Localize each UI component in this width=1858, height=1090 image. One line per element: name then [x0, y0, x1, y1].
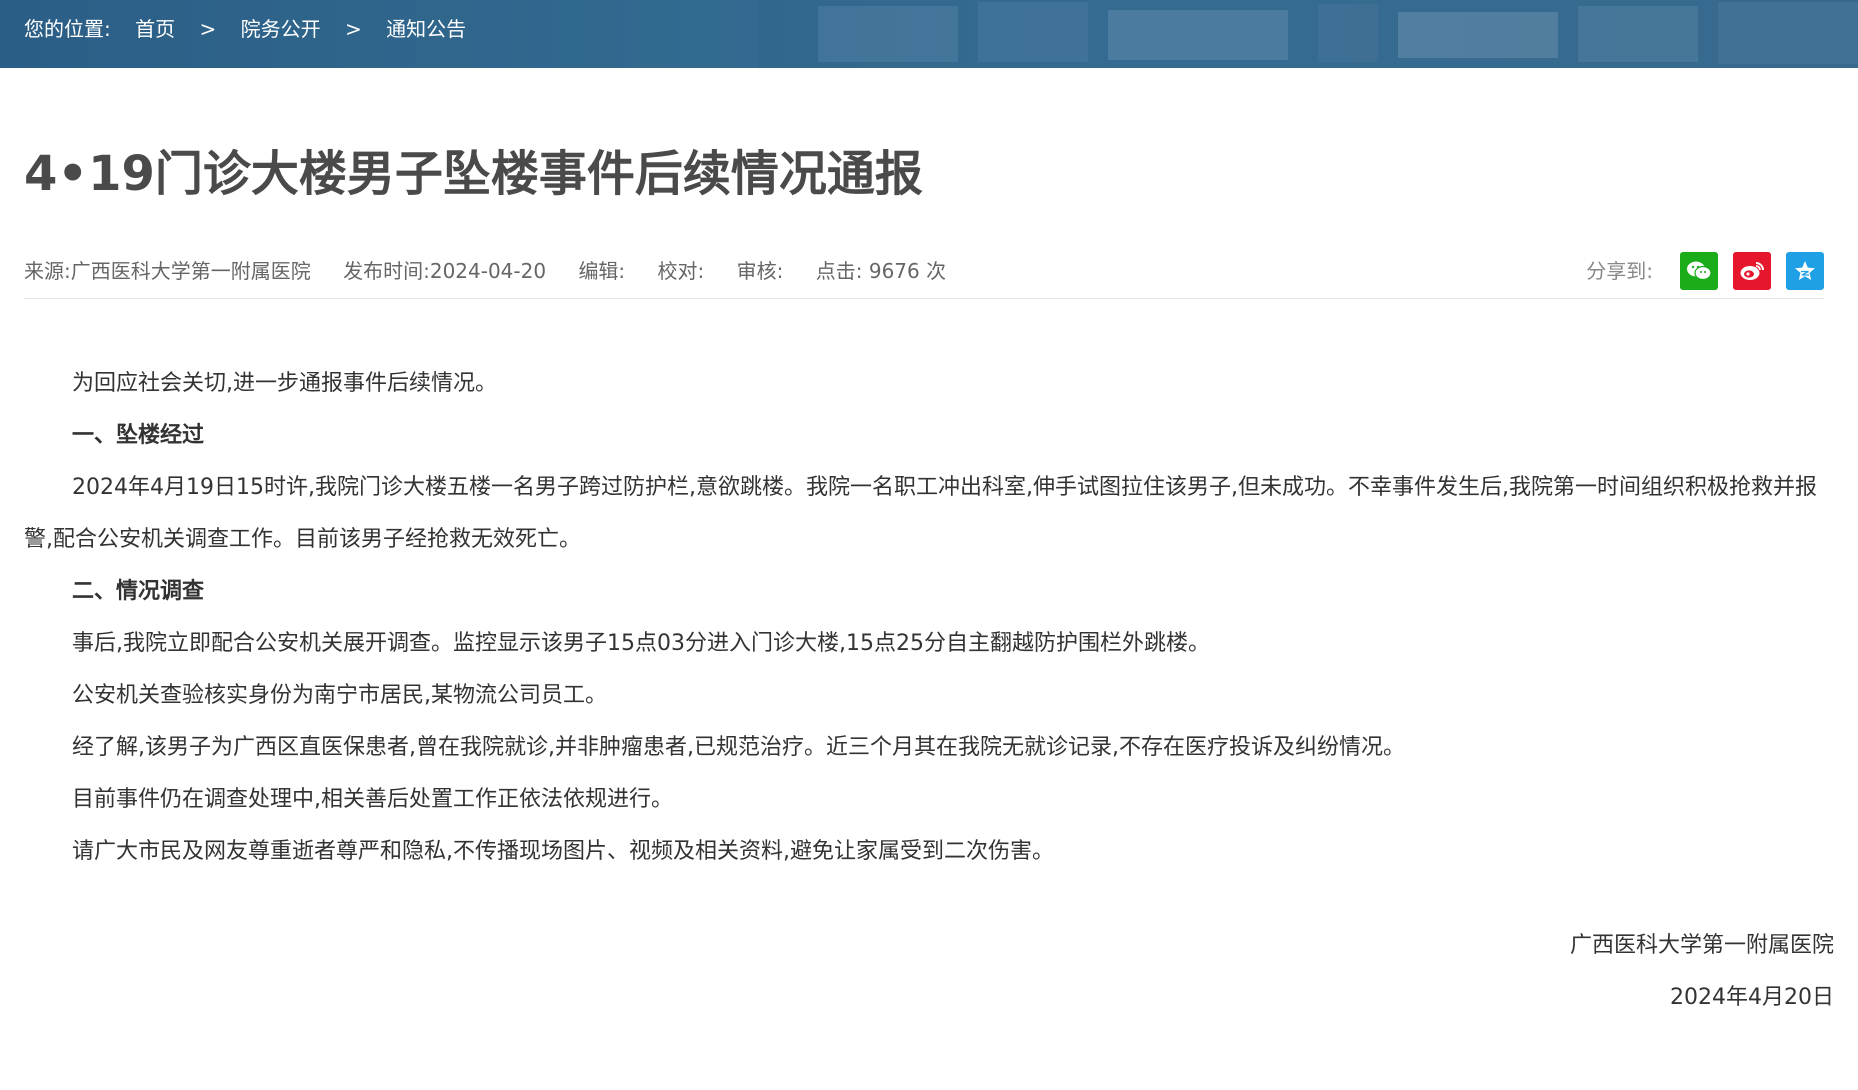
article-body: 为回应社会关切,进一步通报事件后续情况。 一、坠楼经过 2024年4月19日15…: [24, 358, 1824, 878]
top-banner: 您的位置: 首页 > 院务公开 > 通知公告: [0, 0, 1858, 68]
article-paragraph: 公安机关查验核实身份为南宁市居民,某物流公司员工。: [72, 683, 607, 708]
article-title: 4•19门诊大楼男子坠楼事件后续情况通报: [24, 146, 923, 202]
meta-reviewer: 审核:: [736, 259, 784, 283]
banner-building-image: [758, 0, 1858, 68]
meta-source: 来源:广西医科大学第一附属医院: [24, 259, 311, 283]
breadcrumb-notices-link[interactable]: 通知公告: [386, 17, 466, 41]
article-paragraph: 请广大市民及网友尊重逝者尊严和隐私,不传播现场图片、视频及相关资料,避免让家属受…: [72, 839, 1054, 864]
wechat-icon: [1687, 261, 1712, 281]
breadcrumb-prefix: 您的位置:: [24, 17, 111, 41]
breadcrumb-separator: >: [344, 17, 362, 41]
article-paragraph: 为回应社会关切,进一步通报事件后续情况。: [72, 371, 497, 396]
meta-publish-time: 发布时间:2024-04-20: [343, 259, 547, 283]
article-paragraph: 经了解,该男子为广西区直医保患者,曾在我院就诊,并非肿瘤患者,已规范治疗。近三个…: [72, 735, 1405, 760]
share-wechat-button[interactable]: [1680, 252, 1718, 290]
meta-divider: [24, 298, 1824, 299]
share-weibo-button[interactable]: [1733, 252, 1771, 290]
section-heading: 一、坠楼经过: [72, 423, 205, 448]
meta-clicks: 点击: 9676 次: [815, 259, 947, 283]
article-paragraph: 目前事件仍在调查处理中,相关善后处置工作正依法依规进行。: [72, 787, 673, 812]
signature-organization: 广西医科大学第一附属医院: [1569, 933, 1834, 958]
qzone-star-icon: [1795, 261, 1815, 280]
share-label: 分享到:: [1586, 259, 1653, 283]
article-meta: 来源:广西医科大学第一附属医院 发布时间:2024-04-20 编辑: 校对: …: [24, 246, 1824, 296]
article-paragraph: 事后,我院立即配合公安机关展开调查。监控显示该男子15点03分进入门诊大楼,15…: [72, 631, 1210, 656]
weibo-icon: [1740, 262, 1764, 280]
breadcrumb-home-link[interactable]: 首页: [135, 17, 175, 41]
share-qzone-button[interactable]: [1786, 252, 1824, 290]
meta-proofreader: 校对:: [657, 259, 705, 283]
signature-date: 2024年4月20日: [1670, 985, 1834, 1010]
article-paragraph: 2024年4月19日15时许,我院门诊大楼五楼一名男子跨过防护栏,意欲跳楼。我院…: [24, 475, 1817, 552]
share-bar: 分享到:: [1586, 252, 1824, 290]
section-heading: 二、情况调查: [72, 579, 205, 604]
meta-editor: 编辑:: [578, 259, 626, 283]
breadcrumb-separator: >: [199, 17, 217, 41]
breadcrumb: 您的位置: 首页 > 院务公开 > 通知公告: [24, 0, 484, 58]
article-signature: 广西医科大学第一附属医院 2024年4月20日: [1570, 920, 1834, 1024]
breadcrumb-hospital-affairs-link[interactable]: 院务公开: [241, 17, 321, 41]
